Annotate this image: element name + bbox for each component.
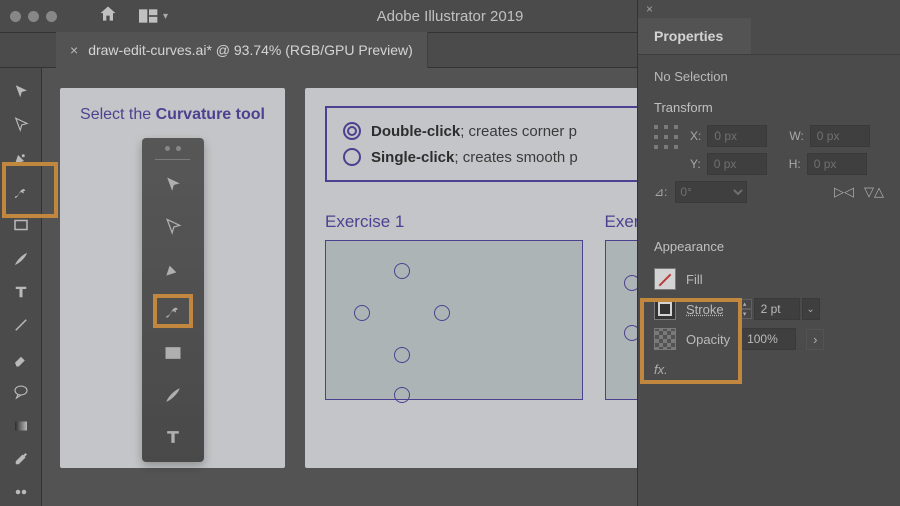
home-icon[interactable] xyxy=(97,4,119,29)
mini-rectangle-tool-icon xyxy=(153,336,193,370)
rotation-angle-select[interactable]: 0° xyxy=(675,181,747,203)
h-label: H: xyxy=(789,157,801,171)
mini-curvature-tool-icon xyxy=(153,294,193,328)
stroke-weight-dropdown[interactable]: ⌄ xyxy=(802,298,820,320)
flip-vertical-icon[interactable]: ▽△ xyxy=(864,184,884,200)
close-window-icon[interactable] xyxy=(10,11,21,22)
workspace-layout-dropdown[interactable]: ▾ xyxy=(139,8,168,24)
reference-point-picker[interactable] xyxy=(654,125,678,149)
rectangle-tool[interactable] xyxy=(6,212,36,239)
opacity-input[interactable] xyxy=(740,328,796,350)
opacity-label[interactable]: Opacity xyxy=(686,332,730,347)
opacity-swatch-icon[interactable] xyxy=(654,328,676,350)
mini-brush-tool-icon xyxy=(153,378,193,412)
direct-selection-tool[interactable] xyxy=(6,111,36,138)
tab-close-icon[interactable]: × xyxy=(70,42,78,58)
stroke-row: Stroke ▴▾ ⌄ xyxy=(654,294,884,324)
fill-label[interactable]: Fill xyxy=(686,272,703,287)
tools-panel xyxy=(0,68,42,506)
x-input[interactable] xyxy=(707,125,767,147)
placeholder-tool[interactable] xyxy=(6,479,36,506)
mini-panel-grip xyxy=(148,146,198,151)
selection-status: No Selection xyxy=(654,69,884,84)
fill-row: Fill xyxy=(654,264,884,294)
type-tool[interactable] xyxy=(6,278,36,305)
mini-selection-tool-icon xyxy=(153,168,193,202)
fill-swatch[interactable] xyxy=(654,268,676,290)
stroke-label[interactable]: Stroke xyxy=(686,302,724,317)
select-curvature-title: Select the Curvature tool xyxy=(80,106,265,124)
w-input[interactable] xyxy=(810,125,870,147)
paintbrush-tool[interactable] xyxy=(6,245,36,272)
y-input[interactable] xyxy=(707,153,767,175)
properties-panel: × Properties No Selection Transform X: W… xyxy=(637,0,900,506)
mini-tool-panel xyxy=(142,138,204,462)
mini-type-tool-icon xyxy=(153,420,193,454)
mini-direct-selection-tool-icon xyxy=(153,210,193,244)
document-tab-label: draw-edit-curves.ai* @ 93.74% (RGB/GPU P… xyxy=(88,42,413,58)
opacity-more-button[interactable]: › xyxy=(806,329,824,350)
flip-horizontal-icon[interactable]: ▷◁ xyxy=(834,184,854,200)
stroke-weight-stepper[interactable]: ▴▾ xyxy=(738,299,752,319)
properties-tab[interactable]: Properties xyxy=(638,18,751,54)
selection-tool[interactable] xyxy=(6,78,36,105)
y-label: Y: xyxy=(690,157,701,171)
exercise-1-box xyxy=(325,240,583,400)
transform-section-title: Transform xyxy=(654,100,884,115)
exercise-1-title: Exercise 1 xyxy=(325,212,583,232)
appearance-section-title: Appearance xyxy=(654,239,884,254)
double-circle-icon xyxy=(343,122,361,140)
line-segment-tool[interactable] xyxy=(6,312,36,339)
document-tab[interactable]: × draw-edit-curves.ai* @ 93.74% (RGB/GPU… xyxy=(56,32,428,68)
eyedropper-tool[interactable] xyxy=(6,445,36,472)
zoom-window-icon[interactable] xyxy=(46,11,57,22)
pen-tool[interactable] xyxy=(6,145,36,172)
h-input[interactable] xyxy=(807,153,867,175)
comment-tool[interactable] xyxy=(6,379,36,406)
exercise-1: Exercise 1 xyxy=(325,212,583,400)
single-circle-icon xyxy=(343,148,361,166)
stroke-weight-input[interactable] xyxy=(754,298,800,320)
minimize-window-icon[interactable] xyxy=(28,11,39,22)
curvature-tool[interactable] xyxy=(6,178,36,205)
angle-label: ⊿: xyxy=(654,185,667,199)
mini-pen-tool-icon xyxy=(153,252,193,286)
opacity-row: Opacity › xyxy=(654,324,884,354)
window-controls[interactable] xyxy=(10,11,57,22)
gradient-tool[interactable] xyxy=(6,412,36,439)
stroke-swatch[interactable] xyxy=(654,298,676,320)
instruction-card-select-tool: Select the Curvature tool xyxy=(60,88,285,468)
panel-close-icon[interactable]: × xyxy=(638,0,900,18)
eraser-tool[interactable] xyxy=(6,345,36,372)
fx-label[interactable]: fx. xyxy=(654,362,668,377)
x-label: X: xyxy=(690,129,701,143)
w-label: W: xyxy=(789,129,803,143)
